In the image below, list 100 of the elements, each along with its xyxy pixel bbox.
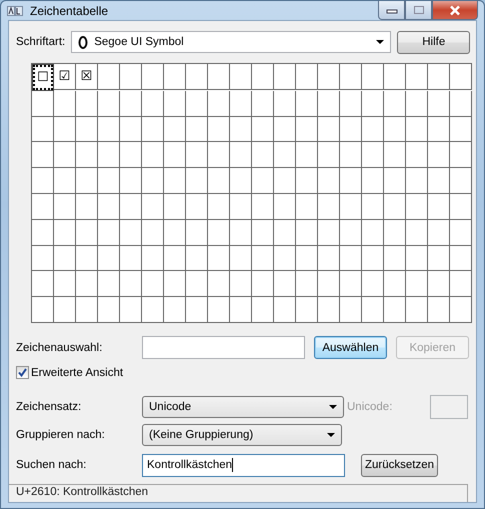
grid-cell[interactable] xyxy=(428,64,450,90)
grid-cell[interactable] xyxy=(76,271,98,298)
grid-cell[interactable] xyxy=(252,142,274,168)
grid-cell[interactable] xyxy=(318,271,340,298)
grid-cell[interactable] xyxy=(428,116,450,142)
grid-cell[interactable] xyxy=(164,64,186,90)
grid-cell[interactable] xyxy=(120,90,142,117)
grid-cell[interactable] xyxy=(252,116,274,142)
grid-cell[interactable] xyxy=(406,271,428,298)
grid-cell[interactable] xyxy=(296,64,318,90)
help-button[interactable]: Hilfe xyxy=(397,30,470,54)
grid-cell[interactable] xyxy=(32,246,54,272)
grid-cell[interactable] xyxy=(32,297,54,323)
grid-cell[interactable] xyxy=(54,116,76,142)
grid-cell[interactable] xyxy=(186,297,208,323)
grid-cell[interactable] xyxy=(54,168,76,194)
grid-cell[interactable] xyxy=(164,194,186,220)
grid-cell[interactable] xyxy=(208,168,230,194)
grid-cell[interactable] xyxy=(208,64,230,90)
grid-cell[interactable] xyxy=(318,246,340,272)
grid-cell[interactable] xyxy=(142,271,164,298)
grid-cell[interactable] xyxy=(54,246,76,272)
grid-cell[interactable] xyxy=(142,220,164,246)
grid-cell[interactable] xyxy=(428,168,450,194)
grid-cell[interactable] xyxy=(340,220,362,246)
grid-cell[interactable] xyxy=(32,142,54,168)
grid-cell[interactable] xyxy=(296,116,318,142)
grid-cell[interactable] xyxy=(296,271,318,298)
grid-cell[interactable] xyxy=(164,90,186,117)
grid-cell[interactable] xyxy=(32,194,54,220)
grid-cell[interactable] xyxy=(450,168,472,194)
grid-cell[interactable] xyxy=(54,90,76,117)
grid-cell[interactable] xyxy=(164,220,186,246)
grid-cell[interactable] xyxy=(120,220,142,246)
minimize-button[interactable] xyxy=(378,1,405,20)
grid-cell[interactable] xyxy=(274,116,296,142)
grid-cell[interactable] xyxy=(208,194,230,220)
grid-cell[interactable] xyxy=(318,220,340,246)
grid-cell[interactable] xyxy=(98,90,120,117)
grid-cell[interactable] xyxy=(98,142,120,168)
grid-cell[interactable] xyxy=(340,246,362,272)
grid-cell[interactable] xyxy=(450,271,472,298)
grid-cell[interactable] xyxy=(450,142,472,168)
grid-cell[interactable] xyxy=(230,246,252,272)
grid-cell[interactable] xyxy=(428,90,450,117)
grid-cell[interactable] xyxy=(230,64,252,90)
font-dropdown[interactable]: Segoe UI Symbol xyxy=(71,31,392,53)
grid-cell[interactable] xyxy=(362,220,384,246)
grid-cell[interactable] xyxy=(164,271,186,298)
grid-cell[interactable] xyxy=(32,271,54,298)
grid-cell[interactable] xyxy=(164,297,186,323)
grid-cell[interactable] xyxy=(120,64,142,90)
grid-cell[interactable] xyxy=(340,64,362,90)
grid-cell[interactable] xyxy=(230,90,252,117)
grid-cell[interactable] xyxy=(340,142,362,168)
grid-cell[interactable] xyxy=(274,297,296,323)
grid-cell[interactable] xyxy=(76,142,98,168)
grid-cell[interactable] xyxy=(274,64,296,90)
grid-cell[interactable] xyxy=(406,220,428,246)
grid-cell[interactable] xyxy=(230,297,252,323)
grid-cell[interactable] xyxy=(186,271,208,298)
grid-cell[interactable] xyxy=(230,271,252,298)
grid-cell[interactable] xyxy=(274,168,296,194)
reset-button[interactable]: Zurücksetzen xyxy=(361,454,438,477)
grid-cell[interactable] xyxy=(362,194,384,220)
checkbox[interactable] xyxy=(16,366,29,380)
grid-cell[interactable] xyxy=(406,116,428,142)
grid-cell[interactable] xyxy=(340,90,362,117)
grid-cell[interactable] xyxy=(274,90,296,117)
grid-cell[interactable] xyxy=(318,297,340,323)
grid-cell[interactable] xyxy=(384,194,406,220)
grid-cell[interactable] xyxy=(142,297,164,323)
grid-cell[interactable] xyxy=(406,142,428,168)
grid-cell[interactable] xyxy=(120,142,142,168)
grid-cell[interactable] xyxy=(340,194,362,220)
grid-cell[interactable] xyxy=(142,142,164,168)
grid-cell[interactable] xyxy=(318,116,340,142)
grid-cell[interactable] xyxy=(384,64,406,90)
grid-cell[interactable] xyxy=(252,64,274,90)
grid-cell[interactable] xyxy=(98,116,120,142)
grid-cell[interactable] xyxy=(98,168,120,194)
grid-cell[interactable] xyxy=(252,220,274,246)
grid-cell[interactable] xyxy=(384,168,406,194)
grid-cell[interactable] xyxy=(296,194,318,220)
grid-cell[interactable] xyxy=(54,220,76,246)
grid-cell[interactable] xyxy=(142,246,164,272)
grid-cell[interactable] xyxy=(340,116,362,142)
close-button[interactable] xyxy=(432,1,478,20)
grid-cell[interactable] xyxy=(428,142,450,168)
grid-cell[interactable] xyxy=(362,246,384,272)
grid-cell[interactable] xyxy=(384,297,406,323)
grid-cell[interactable] xyxy=(230,142,252,168)
group-dropdown[interactable]: (Keine Gruppierung) xyxy=(142,424,342,446)
grid-cell[interactable] xyxy=(186,246,208,272)
grid-cell[interactable] xyxy=(120,297,142,323)
grid-cell[interactable] xyxy=(98,64,120,90)
grid-cell[interactable] xyxy=(362,142,384,168)
grid-cell[interactable] xyxy=(384,116,406,142)
maximize-button[interactable] xyxy=(405,1,432,20)
grid-cell[interactable] xyxy=(164,168,186,194)
